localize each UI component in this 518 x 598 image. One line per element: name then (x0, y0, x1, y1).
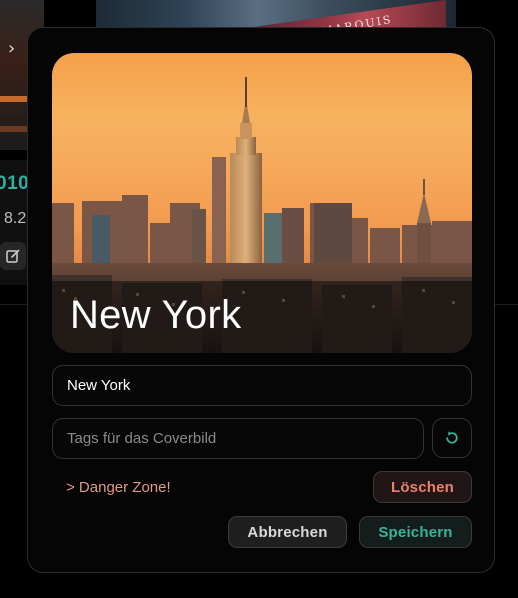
name-input[interactable] (52, 365, 472, 406)
refresh-icon (446, 431, 458, 444)
cover-image: New York (52, 53, 472, 353)
cancel-button[interactable]: Abbrechen (228, 516, 347, 548)
edit-icon (6, 249, 20, 263)
danger-zone-toggle[interactable]: > Danger Zone! (66, 479, 171, 496)
chevron-right-icon[interactable]: › (8, 38, 15, 59)
background-year: 010 (0, 173, 30, 194)
delete-button[interactable]: Löschen (373, 471, 472, 503)
save-button[interactable]: Speichern (359, 516, 472, 548)
refresh-cover-button[interactable] (432, 418, 472, 458)
tags-input[interactable] (52, 418, 424, 459)
edit-cover-modal: New York > Danger Zone! Löschen Abbreche… (27, 27, 495, 573)
background-edit-button[interactable] (0, 242, 26, 270)
background-score: 8.2 (4, 210, 27, 227)
cover-title: New York (70, 293, 242, 337)
